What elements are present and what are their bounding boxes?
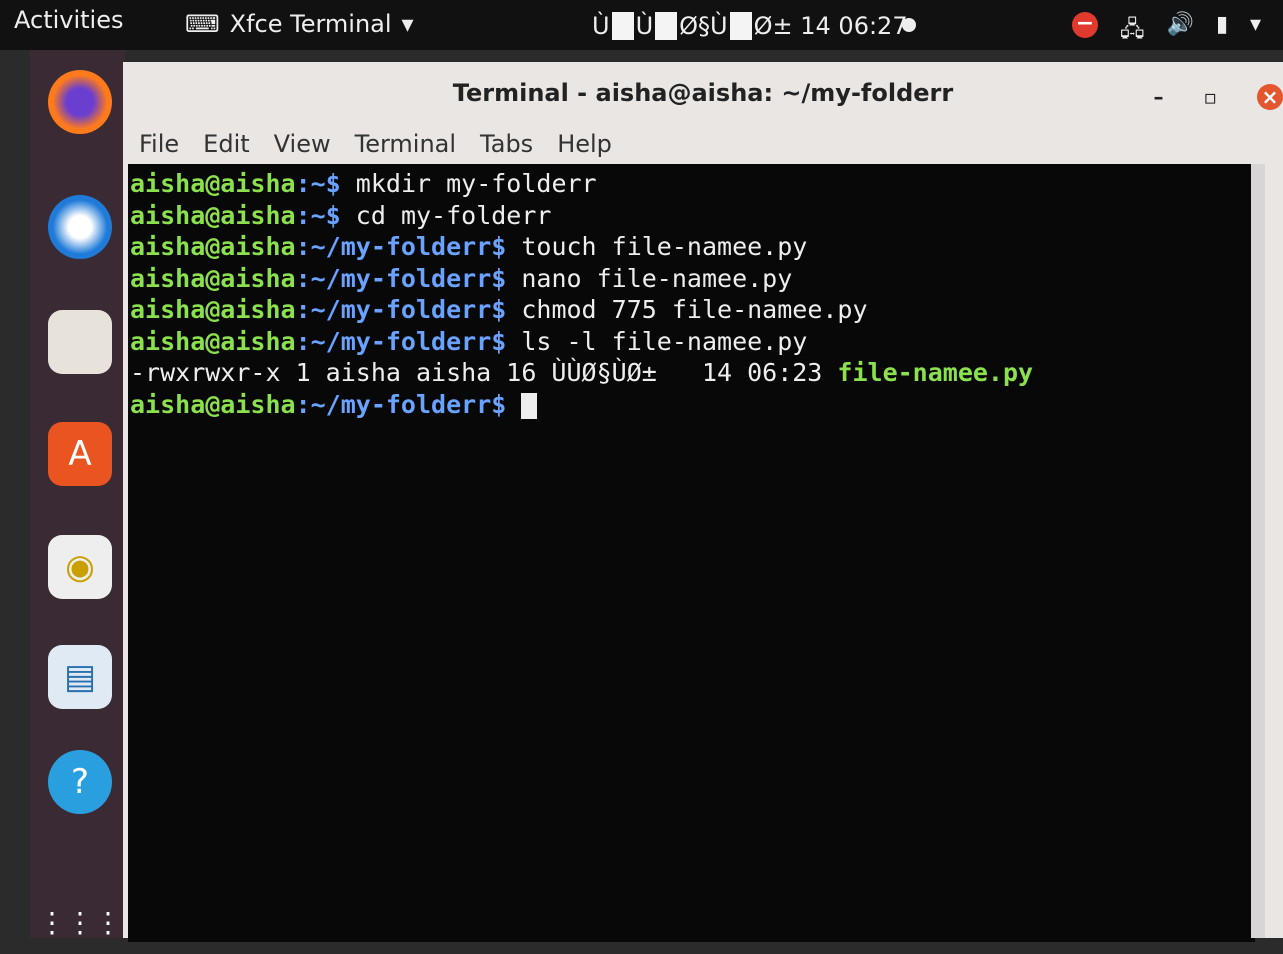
menu-view[interactable]: View	[274, 130, 331, 158]
prompt-user: aisha@aisha	[130, 263, 296, 293]
missing-glyph	[611, 12, 634, 40]
executable-file-name: file-namee.py	[837, 358, 1034, 387]
chevron-down-icon: ▾	[401, 10, 414, 38]
notification-dot-icon	[902, 18, 916, 32]
close-icon[interactable]: ×	[1257, 84, 1283, 110]
ls-output-line: -rwxrwxr-x 1 aisha aisha 16 ÙÙØ§ÙØ± 14 0…	[130, 357, 1255, 389]
command: touch file-namee.py	[506, 232, 808, 261]
prompt-path: :~/my-folderr$	[295, 295, 507, 324]
clock-text: Ø§Ù	[679, 12, 728, 40]
software-center-icon[interactable]: A	[48, 422, 112, 486]
terminal-line: aisha@aisha:~/my-folderr$ nano file-name…	[130, 263, 1255, 295]
do-not-disturb-icon[interactable]: −	[1072, 12, 1098, 38]
activities-button[interactable]: Activities	[14, 6, 124, 34]
prompt-path: :~$	[295, 200, 341, 230]
app-name: Xfce Terminal	[229, 10, 392, 38]
text-cursor	[521, 392, 538, 419]
scrollbar[interactable]	[1251, 164, 1265, 938]
rhythmbox-icon[interactable]: ◉	[48, 535, 112, 599]
prompt-path: :~/my-folderr$	[295, 326, 507, 356]
volume-icon[interactable]: 🔊	[1167, 12, 1194, 50]
prompt-user: aisha@aisha	[130, 389, 296, 419]
terminal-line: aisha@aisha:~/my-folderr$ touch file-nam…	[130, 231, 1255, 263]
files-icon[interactable]	[48, 310, 112, 374]
menu-terminal[interactable]: Terminal	[355, 130, 456, 158]
help-icon[interactable]: ?	[48, 750, 112, 814]
terminal-line: aisha@aisha:~$ mkdir my-folderr	[130, 168, 1255, 200]
window-title: Terminal - aisha@aisha: ~/my-folderr	[452, 79, 954, 107]
clock-text: Ø± 14 06:27	[753, 12, 908, 40]
network-icon[interactable]: 🖧	[1120, 12, 1145, 50]
top-bar: Activities ⌨ Xfce Terminal ▾ Ù Ù Ø§Ù Ø± 14…	[0, 0, 1283, 50]
terminal-line: aisha@aisha:~/my-folderr$ ls -l file-nam…	[130, 326, 1255, 358]
prompt-user: aisha@aisha	[130, 326, 296, 356]
terminal-output[interactable]: aisha@aisha:~$ mkdir my-folderr aisha@ais…	[128, 164, 1255, 942]
terminal-icon: ⌨	[185, 10, 220, 38]
thunderbird-icon[interactable]	[48, 195, 112, 259]
prompt-user: aisha@aisha	[130, 232, 296, 261]
firefox-icon[interactable]	[48, 70, 112, 134]
writer-icon[interactable]: ▤	[48, 645, 112, 709]
system-tray[interactable]: − 🖧 🔊 ▮ ▾	[1072, 12, 1261, 50]
prompt-path: :~/my-folderr$	[295, 263, 507, 293]
show-apps-icon[interactable]: ⋮⋮⋮	[38, 890, 122, 954]
menu-help[interactable]: Help	[557, 130, 612, 158]
prompt-user: aisha@aisha	[130, 295, 296, 324]
chevron-down-icon[interactable]: ▾	[1250, 12, 1261, 50]
command: cd my-folderr	[340, 200, 552, 230]
prompt-path: :~$	[295, 169, 341, 198]
command: mkdir my-folderr	[340, 169, 597, 198]
dock: A ◉ ▤ ? ⋮⋮⋮	[30, 50, 125, 939]
app-menu[interactable]: ⌨ Xfce Terminal ▾	[185, 10, 414, 38]
clock[interactable]: Ù Ù Ø§Ù Ø± 14 06:27	[592, 12, 908, 40]
clock-text: Ù	[635, 12, 654, 40]
menu-bar: File Edit View Terminal Tabs Help	[123, 124, 1283, 164]
prompt-user: aisha@aisha	[130, 169, 296, 198]
menu-tabs[interactable]: Tabs	[480, 130, 533, 158]
terminal-line: aisha@aisha:~$ cd my-folderr	[130, 200, 1255, 232]
maximize-icon[interactable]: ▫	[1203, 85, 1217, 109]
missing-glyph	[729, 12, 752, 40]
clock-text: Ù	[592, 12, 610, 40]
command: ls -l file-namee.py	[506, 326, 808, 356]
terminal-line: aisha@aisha:~/my-folderr$ chmod 775 file…	[130, 294, 1255, 326]
prompt-path: :~/my-folderr$	[295, 389, 507, 419]
missing-glyph	[655, 12, 678, 40]
terminal-line: aisha@aisha:~/my-folderr$	[130, 389, 1255, 421]
battery-icon[interactable]: ▮	[1216, 12, 1228, 50]
command: chmod 775 file-namee.py	[506, 295, 868, 324]
prompt-path: :~/my-folderr$	[295, 232, 507, 261]
command: nano file-namee.py	[506, 263, 793, 293]
title-bar[interactable]: Terminal - aisha@aisha: ~/my-folderr – ▫ ×	[123, 62, 1283, 124]
menu-file[interactable]: File	[139, 130, 179, 158]
ls-output: -rwxrwxr-x 1 aisha aisha 16 ÙÙØ§ÙØ± 14 0…	[130, 358, 838, 387]
minimize-icon[interactable]: –	[1153, 85, 1163, 109]
terminal-window: Terminal - aisha@aisha: ~/my-folderr – ▫ ×…	[123, 62, 1283, 942]
menu-edit[interactable]: Edit	[203, 130, 249, 158]
prompt-user: aisha@aisha	[130, 200, 296, 230]
